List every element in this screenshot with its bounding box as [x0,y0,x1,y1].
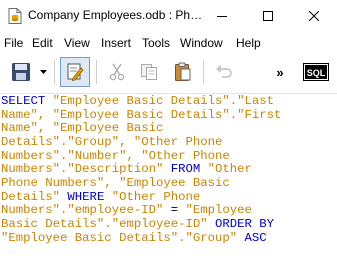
save-button[interactable] [6,57,36,87]
menu-help[interactable]: Help [236,36,261,50]
paste-button[interactable] [168,57,198,87]
close-icon [309,11,319,21]
sql-identifier: Name", "Employee Basic [1,121,164,136]
cut-icon [109,63,125,81]
undo-button[interactable] [209,57,239,87]
sql-identifier: "Employee Basic Details"."Group" [1,230,245,245]
edit-mode-icon [67,63,84,81]
maximize-button[interactable] [245,0,291,32]
sql-line: SELECT "Employee Basic Details"."Last [1,94,335,109]
maximize-icon [263,11,273,21]
toolbar-separator [54,60,55,84]
sql-line: Numbers"."employee-ID" = "Employee [1,203,335,218]
save-icon [12,63,30,81]
menu-insert[interactable]: Insert [101,36,131,50]
sql-identifier: Basic Details"."employee-ID" [1,216,216,231]
sql-identifier: Phone Numbers", "Employee Basic [1,175,230,190]
toolbar-separator [203,60,204,84]
more-overflow-icon[interactable]: » [272,57,288,87]
sql-keyword: FROM [170,162,208,177]
sql-identifier: Name", "Employee Basic Details"."First [1,107,282,122]
sql-line: Details"."Group", "Other Phone [1,134,335,150]
sql-icon: SQL [303,63,329,81]
toolbar: » SQL [0,54,337,90]
sql-keyword: ASC [244,230,267,245]
sql-identifier: Numbers"."employee-ID" [1,203,171,218]
close-button[interactable] [291,0,337,32]
toolbar-separator [96,60,97,84]
title-bar: Company Employees.odb : Ph… [0,0,337,32]
sql-identifier: Details"."Group", "Other Phone [1,134,223,149]
sql-identifier: Details" [1,189,68,204]
sql-button[interactable]: SQL [300,57,332,87]
sql-line: "Employee Basic Details"."Group" ASC [1,230,335,246]
sql-editor[interactable]: SELECT "Employee Basic Details"."Last Nam… [0,93,337,265]
sql-identifier: "Employee Basic Details"."Last [52,94,275,108]
sql-keyword: SELECT [1,94,53,108]
menu-edit[interactable]: Edit [32,36,53,50]
minimize-icon [217,16,227,17]
menu-tools[interactable]: Tools [142,36,170,50]
sql-line: Numbers"."Number", "Other Phone [1,148,335,164]
sql-line: Phone Numbers", "Employee Basic [1,175,335,191]
sql-identifier: Numbers"."Description" [1,162,171,177]
sql-keyword: WHERE [67,189,112,204]
menu-bar: File Edit View Insert Tools Window Help [0,32,337,54]
save-dropdown-button[interactable] [37,57,49,87]
menu-view[interactable]: View [64,36,90,50]
cut-button[interactable] [102,57,132,87]
menu-file[interactable]: File [4,36,23,50]
menu-window[interactable]: Window [180,36,223,50]
sql-line: Details" WHERE "Other Phone [1,189,335,205]
sql-identifier: "Other [207,162,252,177]
edit-mode-button[interactable] [60,57,90,87]
sql-icon-label: SQL [307,68,326,78]
sql-operator: = [170,203,186,218]
undo-icon [216,65,232,78]
copy-button[interactable] [134,57,164,87]
sql-identifier: "Employee [185,203,252,218]
database-document-icon [8,8,22,24]
sql-line: Name", "Employee Basic Details"."First [1,107,335,123]
copy-icon [141,64,157,80]
sql-identifier: Numbers"."Number", "Other Phone [1,148,230,163]
sql-line: Numbers"."Description" FROM "Other [1,162,335,177]
sql-identifier: "Other Phone [111,189,201,204]
paste-icon [175,62,191,81]
sql-line: Name", "Employee Basic [1,121,335,136]
sql-keyword: ORDER BY [215,216,275,231]
sql-line: Basic Details"."employee-ID" ORDER BY [1,216,335,232]
minimize-button[interactable] [199,0,245,32]
window-title: Company Employees.odb : Ph… [28,8,203,22]
dropdown-arrow-icon [39,70,47,74]
sql-query-text[interactable]: SELECT "Employee Basic Details"."Last Nam… [1,94,335,246]
